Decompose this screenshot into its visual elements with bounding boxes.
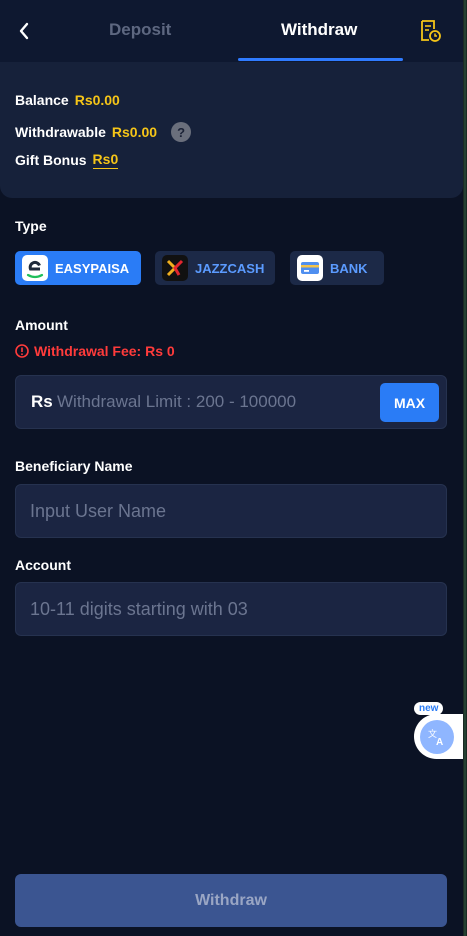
help-icon[interactable]: ? xyxy=(171,122,192,142)
chevron-left-icon xyxy=(19,22,29,40)
amount-field: Rs MAX xyxy=(15,375,447,429)
svg-text:A: A xyxy=(436,737,443,748)
active-tab-indicator xyxy=(238,58,403,61)
balance-row: Balance Rs0.00 xyxy=(15,92,120,108)
beneficiary-name-field xyxy=(15,484,447,538)
method-bank[interactable]: BANK xyxy=(290,251,384,285)
tab-withdraw[interactable]: Withdraw xyxy=(281,20,357,40)
type-label: Type xyxy=(15,218,47,234)
amount-label: Amount xyxy=(15,317,68,333)
translate-icon: 文 A xyxy=(420,719,454,754)
method-jazzcash[interactable]: JAZZCASH xyxy=(155,251,275,285)
withdraw-history-button[interactable] xyxy=(418,18,446,46)
withdrawal-fee-text: Withdrawal Fee: Rs 0 xyxy=(34,343,175,359)
warning-icon xyxy=(15,344,29,358)
withdraw-page: Deposit Withdraw Balance Rs0.00 Withdraw… xyxy=(0,0,467,936)
window-edge xyxy=(463,0,467,936)
account-field xyxy=(15,582,447,636)
method-bank-label: BANK xyxy=(330,260,368,276)
back-button[interactable] xyxy=(10,16,38,46)
account-input[interactable] xyxy=(30,583,430,635)
beneficiary-name-label: Beneficiary Name xyxy=(15,458,133,474)
method-easypaisa[interactable]: EASYPAISA xyxy=(15,251,141,285)
gift-bonus-label: Gift Bonus xyxy=(15,152,87,168)
withdrawal-fee-notice: Withdrawal Fee: Rs 0 xyxy=(15,343,175,359)
balance-value: Rs0.00 xyxy=(74,92,120,108)
easypaisa-logo-icon xyxy=(22,255,48,281)
amount-input[interactable] xyxy=(57,376,377,428)
method-easypaisa-label: EASYPAISA xyxy=(55,260,130,276)
top-nav: Deposit Withdraw xyxy=(0,0,463,62)
withdraw-submit-button[interactable]: Withdraw xyxy=(15,874,447,927)
gift-bonus-row: Gift Bonus Rs0 xyxy=(15,151,119,169)
gift-bonus-value[interactable]: Rs0 xyxy=(92,151,119,169)
withdraw-history-icon xyxy=(421,20,441,42)
withdrawable-row: Withdrawable Rs0.00 ? xyxy=(15,122,192,142)
bank-card-icon xyxy=(297,255,323,281)
currency-label: Rs xyxy=(31,392,53,411)
jazzcash-logo-icon xyxy=(162,255,188,281)
withdrawable-label: Withdrawable xyxy=(15,124,106,140)
tab-deposit[interactable]: Deposit xyxy=(109,20,171,40)
withdrawable-value: Rs0.00 xyxy=(111,124,158,140)
max-button[interactable]: MAX xyxy=(380,383,439,422)
balance-label: Balance xyxy=(15,92,69,108)
beneficiary-name-input[interactable] xyxy=(30,485,430,537)
account-label: Account xyxy=(15,557,71,573)
balance-card: Balance Rs0.00 Withdrawable Rs0.00 ? Gif… xyxy=(0,62,463,198)
new-badge: new xyxy=(414,702,444,715)
method-jazzcash-label: JAZZCASH xyxy=(195,260,265,276)
translate-button[interactable]: 文 A xyxy=(414,714,467,759)
